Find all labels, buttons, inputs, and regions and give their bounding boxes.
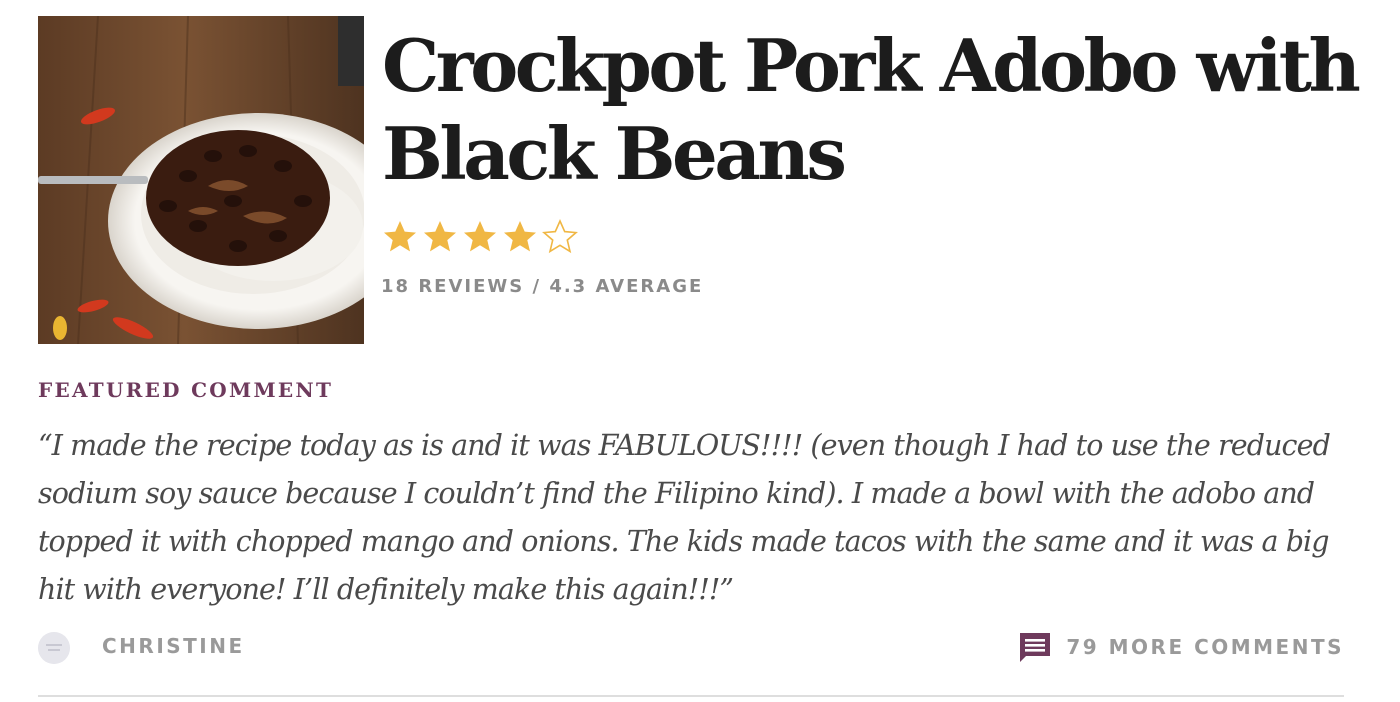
- featured-comment-label: FEATURED COMMENT: [38, 378, 334, 402]
- star-rating[interactable]: [382, 219, 578, 255]
- comment-author: CHRISTINE: [102, 634, 245, 658]
- recipe-photo[interactable]: [38, 16, 364, 344]
- recipe-title: Crockpot Pork Adobo with Black Beans: [382, 23, 1361, 196]
- star-filled-icon[interactable]: [502, 219, 538, 255]
- pork-adobo-photo: [38, 16, 364, 344]
- comment-bubble-icon: [1020, 633, 1051, 662]
- more-comments-link[interactable]: 79 MORE COMMENTS: [1018, 630, 1344, 664]
- pinch-of-yum-avatar-icon: [38, 632, 70, 664]
- section-divider: [38, 695, 1344, 697]
- more-comments-label: 79 MORE COMMENTS: [1066, 635, 1344, 659]
- reviews-summary[interactable]: 18 REVIEWS / 4.3 AVERAGE: [381, 276, 703, 297]
- featured-comment-text: “I made the recipe today as is and it wa…: [38, 429, 1331, 606]
- star-filled-icon[interactable]: [422, 219, 458, 255]
- star-outline-icon[interactable]: [542, 219, 578, 255]
- star-filled-icon[interactable]: [462, 219, 498, 255]
- star-filled-icon[interactable]: [382, 219, 418, 255]
